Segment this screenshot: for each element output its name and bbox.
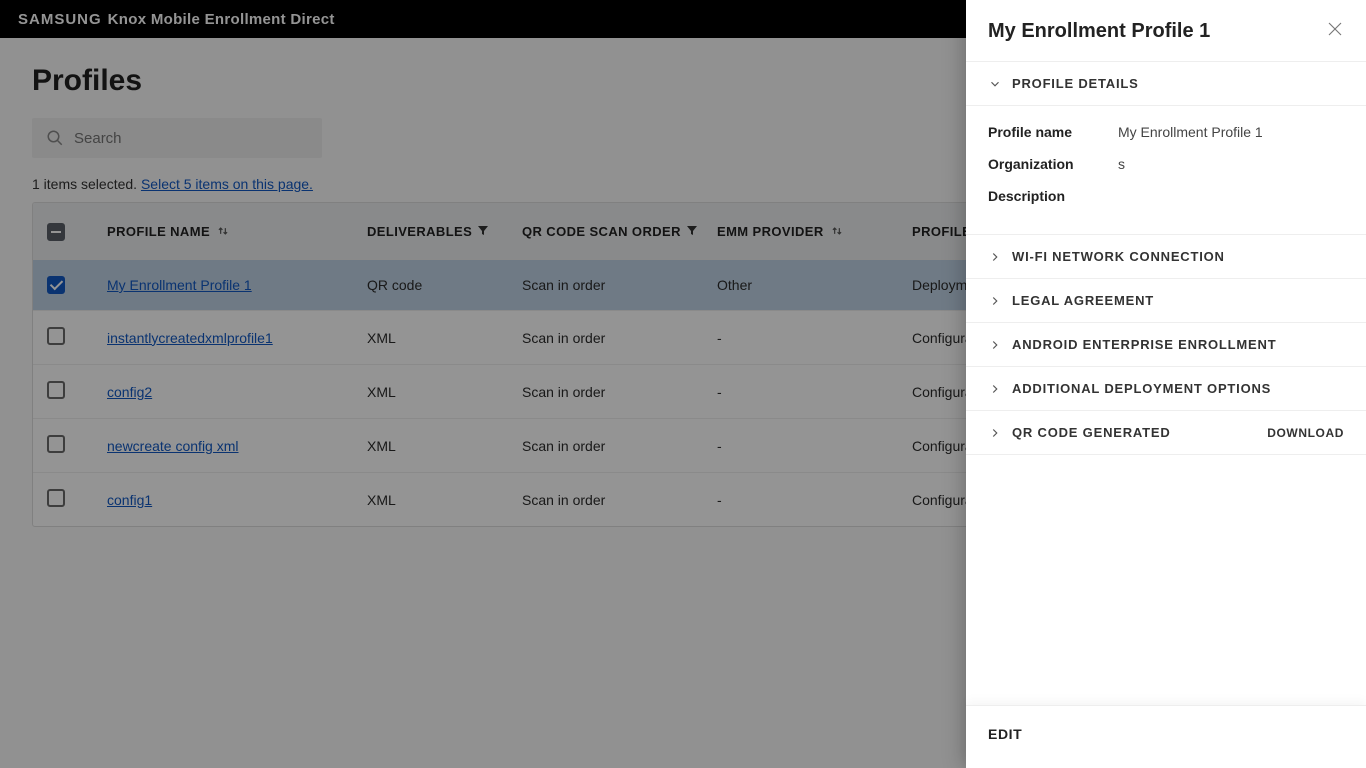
chevron-right-icon bbox=[988, 338, 1002, 352]
chevron-right-icon bbox=[988, 250, 1002, 264]
edit-button[interactable]: EDIT bbox=[988, 726, 1022, 742]
panel-body: Profile Details Profile name My Enrollme… bbox=[966, 62, 1366, 705]
profile-name-value: My Enrollment Profile 1 bbox=[1118, 124, 1263, 140]
download-button[interactable]: Download bbox=[1267, 426, 1344, 440]
section-qr-generated-label: QR Code Generated bbox=[1012, 425, 1171, 440]
kv-profile-name: Profile name My Enrollment Profile 1 bbox=[988, 116, 1344, 148]
section-qr-generated[interactable]: QR Code Generated Download bbox=[966, 411, 1366, 455]
kv-organization: Organization s bbox=[988, 148, 1344, 180]
close-icon bbox=[1326, 20, 1344, 38]
organization-value: s bbox=[1118, 156, 1125, 172]
section-profile-details-label: Profile Details bbox=[1012, 76, 1139, 91]
panel-footer: EDIT bbox=[966, 705, 1366, 768]
panel-title: My Enrollment Profile 1 bbox=[988, 20, 1210, 43]
section-legal[interactable]: Legal Agreement bbox=[966, 279, 1366, 323]
chevron-right-icon bbox=[988, 294, 1002, 308]
kv-description: Description bbox=[988, 180, 1344, 212]
profile-name-label: Profile name bbox=[988, 124, 1118, 140]
chevron-down-icon bbox=[988, 77, 1002, 91]
organization-label: Organization bbox=[988, 156, 1118, 172]
section-additional-deployment[interactable]: Additional Deployment Options bbox=[966, 367, 1366, 411]
panel-header: My Enrollment Profile 1 bbox=[966, 0, 1366, 62]
chevron-right-icon bbox=[988, 426, 1002, 440]
chevron-right-icon bbox=[988, 382, 1002, 396]
detail-panel: My Enrollment Profile 1 Profile Details … bbox=[966, 0, 1366, 768]
description-label: Description bbox=[988, 188, 1118, 204]
section-wifi-label: Wi-Fi Network Connection bbox=[1012, 249, 1225, 264]
section-additional-deployment-label: Additional Deployment Options bbox=[1012, 381, 1271, 396]
section-android-enterprise-label: Android Enterprise Enrollment bbox=[1012, 337, 1276, 352]
close-button[interactable] bbox=[1326, 20, 1344, 43]
section-android-enterprise[interactable]: Android Enterprise Enrollment bbox=[966, 323, 1366, 367]
profile-details-body: Profile name My Enrollment Profile 1 Org… bbox=[966, 106, 1366, 235]
section-legal-label: Legal Agreement bbox=[1012, 293, 1154, 308]
section-wifi[interactable]: Wi-Fi Network Connection bbox=[966, 235, 1366, 279]
section-profile-details[interactable]: Profile Details bbox=[966, 62, 1366, 106]
